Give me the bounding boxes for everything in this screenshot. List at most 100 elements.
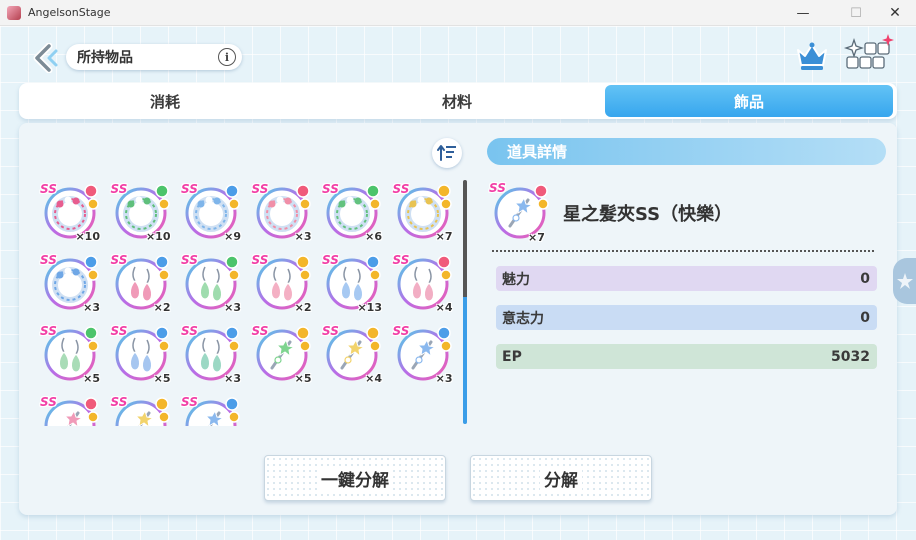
stat-willpower: 意志力 0	[496, 305, 877, 330]
detail-divider	[492, 250, 874, 252]
detail-item-quantity: ×7	[528, 231, 545, 244]
item-quantity: ×4	[435, 301, 453, 314]
inventory-item[interactable]: SS ×3	[391, 322, 455, 386]
inventory-item[interactable]: SS ×7	[391, 180, 455, 244]
bulk-disassemble-button[interactable]: 一鍵分解	[264, 455, 446, 501]
item-quantity: ×9	[224, 230, 241, 243]
item-quantity: ×2	[294, 301, 312, 314]
item-quantity: ×3	[435, 372, 453, 385]
rarity-badge: SS	[392, 253, 410, 267]
item-quantity: ×6	[365, 230, 382, 243]
rarity-badge: SS	[40, 253, 57, 267]
rarity-badge: SS	[110, 395, 128, 409]
stat-value: 0	[860, 309, 870, 326]
rarity-badge: SS	[322, 324, 339, 338]
rarity-badge: SS	[40, 395, 57, 409]
close-button[interactable]: ✕	[872, 0, 916, 26]
stat-value: 0	[860, 270, 870, 287]
rarity-badge: SS	[392, 324, 410, 338]
stat-label: EP	[502, 348, 522, 365]
star-icon	[896, 273, 913, 289]
inventory-item[interactable]: SS ×4	[391, 251, 455, 315]
tab-consumables[interactable]: 消耗	[21, 85, 309, 117]
inventory-item[interactable]: SS ×10	[109, 180, 173, 244]
item-quantity: ×10	[145, 230, 171, 243]
item-quantity: ×5	[153, 372, 171, 385]
rarity-badge: SS	[392, 182, 410, 196]
item-quantity: ×4	[365, 372, 382, 385]
rarity-badge: SS	[251, 324, 269, 338]
inventory-item[interactable]: SS ×4	[320, 322, 384, 386]
crown-icon	[797, 42, 827, 70]
inventory-item[interactable]: SS ×5	[250, 322, 314, 386]
item-quantity: ×5	[83, 372, 100, 385]
inventory-item[interactable]: SS ×6	[320, 180, 384, 244]
rarity-badge: SS	[110, 324, 128, 338]
rarity-badge: SS	[322, 253, 339, 267]
inventory-item[interactable]: SS ×9	[179, 180, 243, 244]
inventory-item[interactable]: SS ×3	[38, 251, 102, 315]
inventory-item[interactable]: SS ×10	[38, 180, 102, 244]
inventory-item[interactable]: SS ×2	[109, 251, 173, 315]
app-icon	[7, 5, 21, 20]
category-tabs: 消耗 材料 飾品	[19, 83, 897, 119]
crown-button[interactable]	[794, 40, 830, 72]
back-arrow-icon	[33, 43, 58, 73]
info-icon[interactable]: i	[218, 48, 236, 66]
item-quantity: ×3	[294, 230, 312, 243]
inventory-item[interactable]: SS	[38, 393, 102, 426]
page-title: 所持物品 i	[66, 44, 242, 70]
bulk-disassemble-label: 一鍵分解	[317, 465, 393, 491]
disassemble-button[interactable]: 分解	[470, 455, 652, 501]
stat-label: 魅力	[502, 271, 530, 288]
window-titlebar: AngelsonStage — ☐ ✕	[0, 0, 916, 26]
rarity-badge: SS	[110, 182, 128, 196]
inventory-item[interactable]: SS ×5	[109, 322, 173, 386]
rarity-badge: SS	[181, 395, 198, 409]
menu-grid-button[interactable]	[843, 34, 895, 74]
rarity-badge: SS	[40, 182, 57, 196]
inventory-item[interactable]: SS	[109, 393, 173, 426]
sort-button[interactable]	[432, 138, 462, 168]
item-quantity: ×10	[75, 230, 100, 243]
rarity-badge: SS	[181, 253, 198, 267]
minimize-button[interactable]: —	[780, 0, 826, 26]
rarity-badge: SS	[489, 181, 506, 195]
item-quantity: ×3	[224, 372, 241, 385]
inventory-item[interactable]: SS ×3	[179, 251, 243, 315]
inventory-item[interactable]: SS ×2	[250, 251, 314, 315]
inventory-item[interactable]: SS ×3	[179, 322, 243, 386]
side-drawer-button[interactable]	[893, 258, 916, 304]
rarity-badge: SS	[181, 324, 198, 338]
stat-charm: 魅力 0	[496, 266, 877, 291]
rarity-badge: SS	[251, 182, 269, 196]
item-quantity: ×3	[224, 301, 241, 314]
stat-ep: EP 5032	[496, 344, 877, 369]
tab-accessories[interactable]: 飾品	[605, 85, 893, 117]
inventory-item[interactable]: SS ×13	[320, 251, 384, 315]
rarity-badge: SS	[40, 324, 57, 338]
detail-item-name: 星之髮夾SS（快樂）	[563, 204, 733, 225]
detail-header: 道具詳情	[487, 138, 886, 165]
item-quantity: ×2	[153, 301, 171, 314]
disassemble-label: 分解	[540, 465, 582, 491]
inventory-item[interactable]: SS ×3	[250, 180, 314, 244]
tab-materials[interactable]: 材料	[313, 85, 601, 117]
back-button[interactable]	[30, 42, 62, 74]
scrollbar-thumb[interactable]	[463, 180, 467, 424]
sort-icon	[437, 145, 456, 161]
rarity-badge: SS	[110, 253, 128, 267]
window-title: AngelsonStage	[28, 6, 111, 19]
item-quantity: ×3	[83, 301, 100, 314]
inventory-item[interactable]: SS ×5	[38, 322, 102, 386]
item-grid: SS ×10 SS ×10 SS ×9 SS ×3 SS ×6 SS ×7 SS…	[34, 178, 460, 426]
stat-value: 5032	[831, 348, 870, 365]
rarity-badge: SS	[322, 182, 339, 196]
rarity-badge: SS	[181, 182, 198, 196]
detail-item-icon: SS ×7	[488, 180, 550, 244]
item-quantity: ×5	[294, 372, 312, 385]
item-quantity: ×13	[357, 301, 382, 314]
rarity-badge: SS	[251, 253, 269, 267]
stat-label: 意志力	[502, 310, 544, 327]
inventory-item[interactable]: SS	[179, 393, 243, 426]
